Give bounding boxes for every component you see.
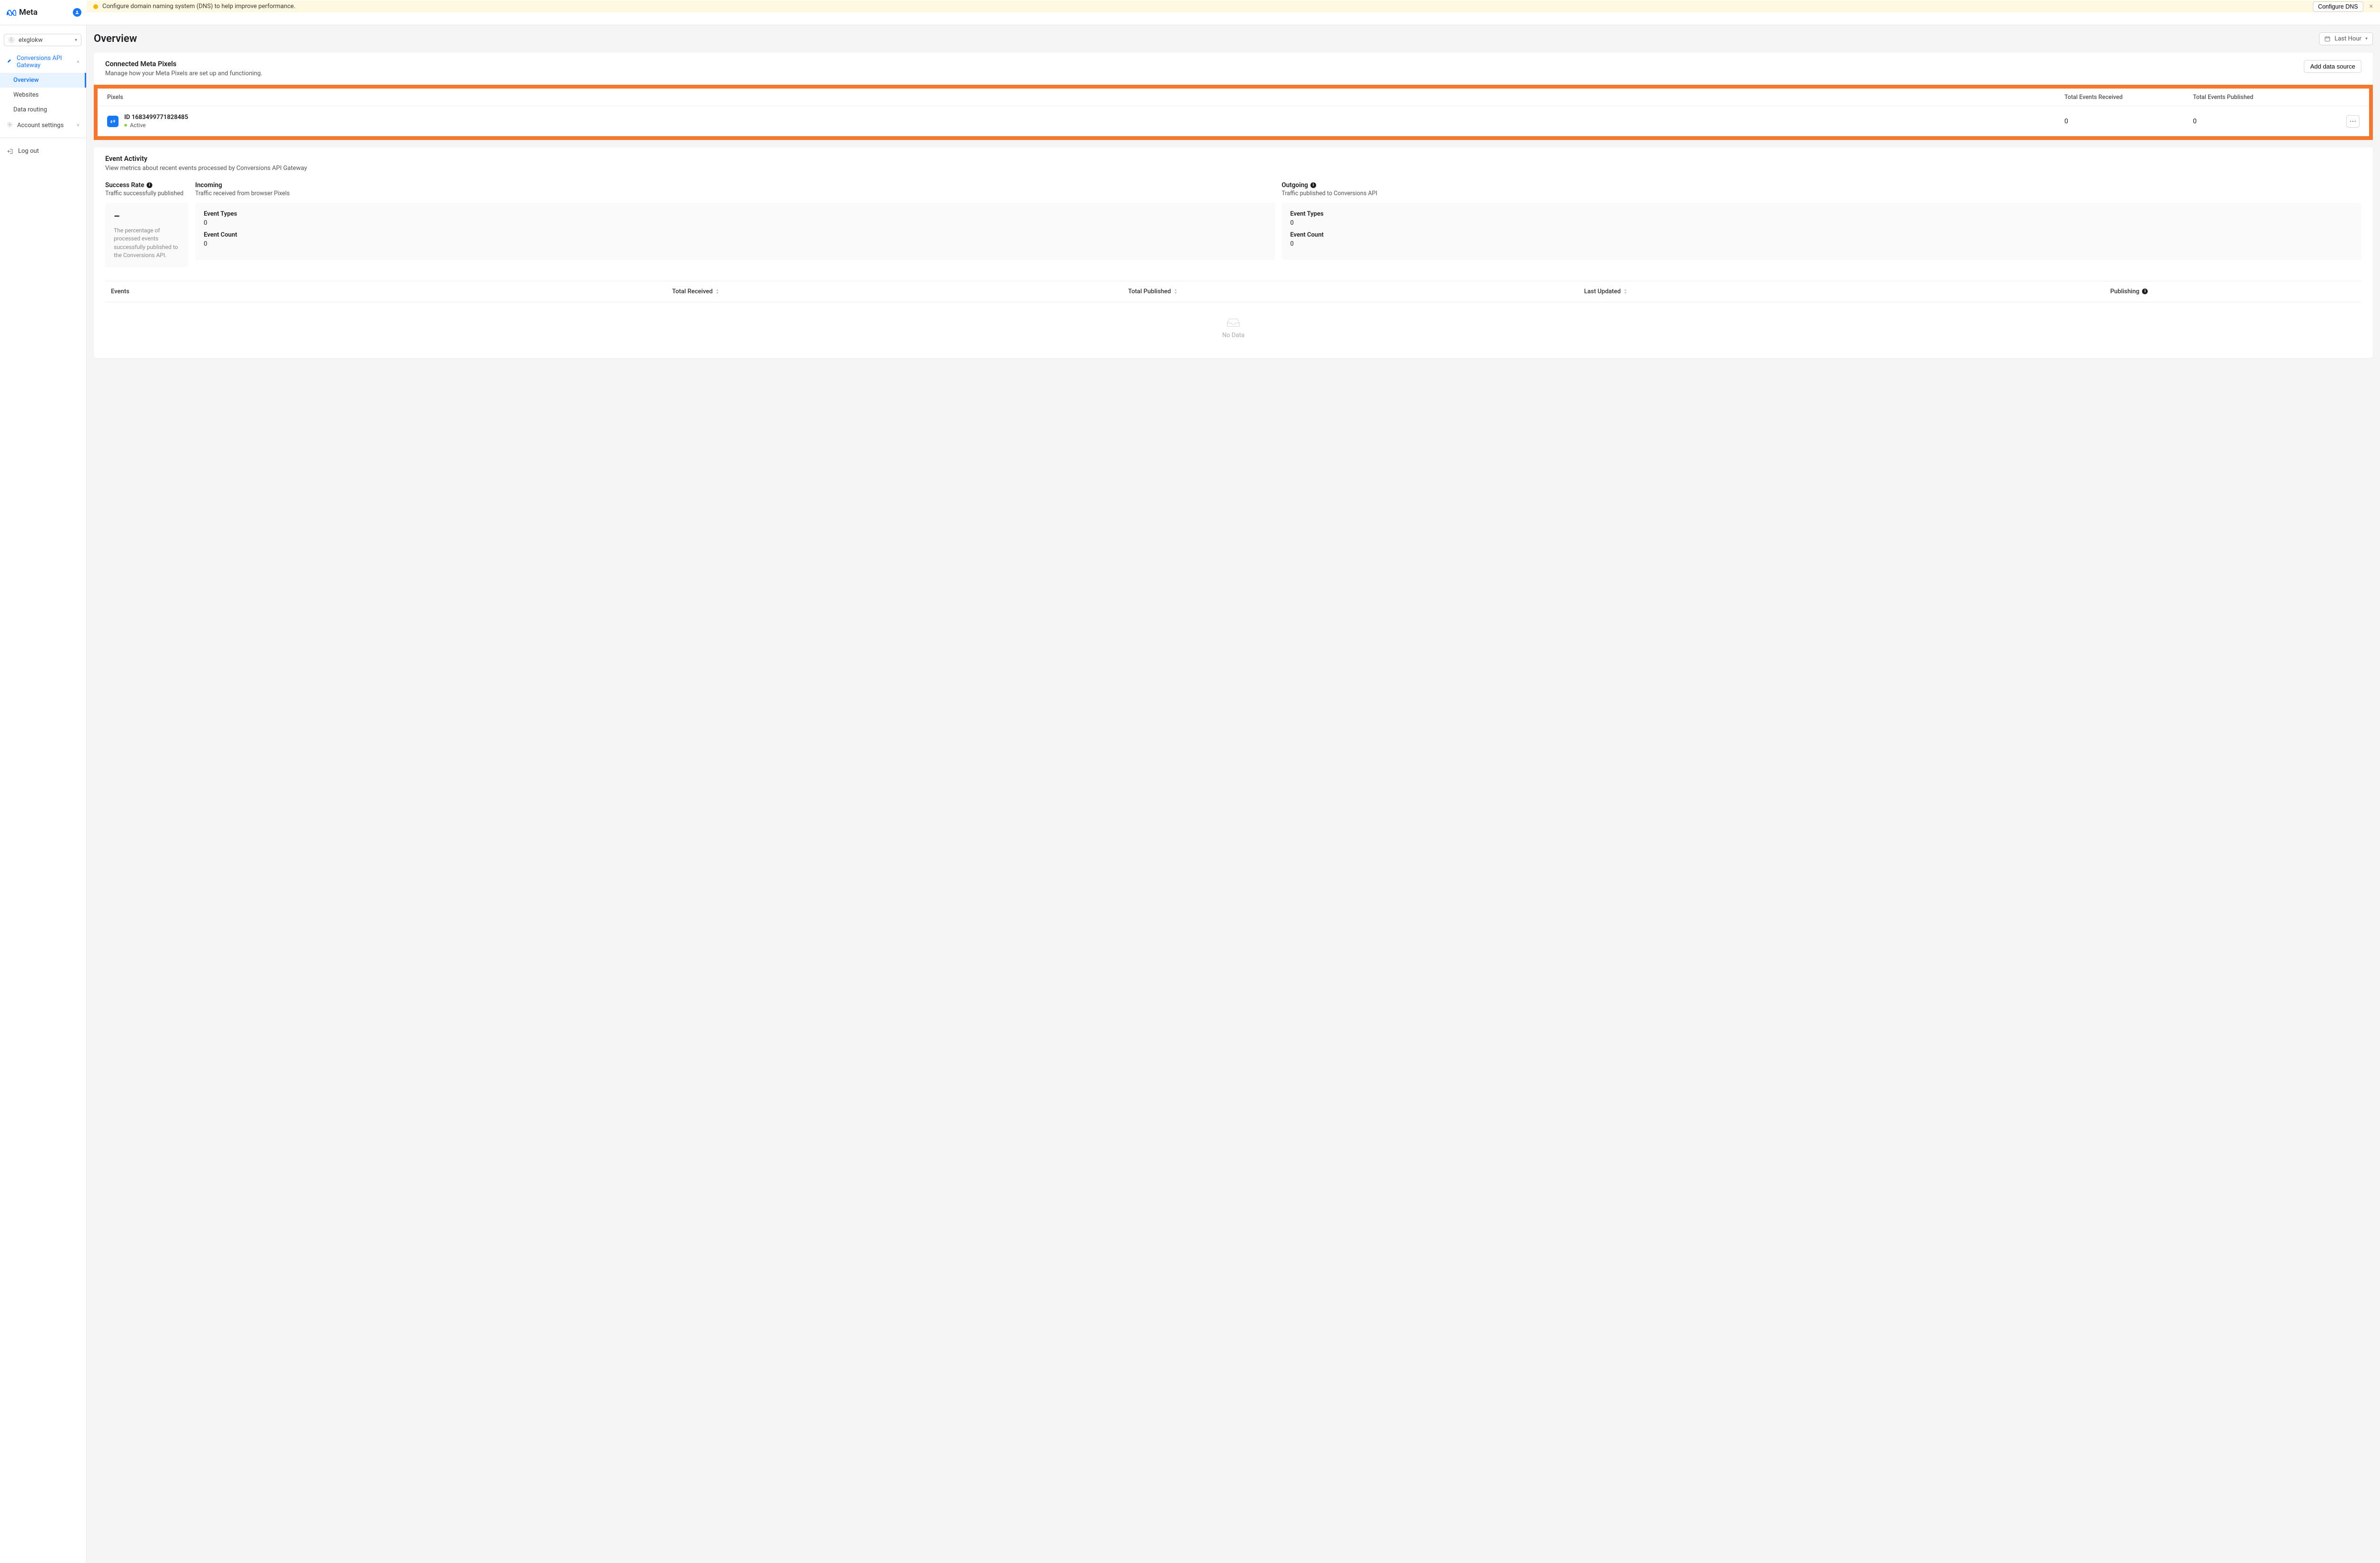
brand-text: Meta (19, 8, 38, 17)
nav-item-label: Overview (13, 77, 39, 84)
time-range-selector[interactable]: Last Hour ▾ (2319, 32, 2373, 45)
meta-logo-icon (6, 9, 16, 16)
nav-item-label: Websites (13, 91, 39, 99)
activity-title: Event Activity (105, 155, 2361, 163)
pixel-row-menu-button[interactable]: ⋯ (2346, 115, 2360, 128)
nav-item-account-settings[interactable]: Account settings ˅ (0, 117, 86, 134)
incoming-count-value: 0 (204, 240, 1267, 248)
pixel-events-published: 0 (2193, 118, 2321, 125)
chevron-down-icon: ▾ (2365, 36, 2368, 41)
logout-icon (7, 148, 13, 155)
nav-item-overview[interactable]: Overview (0, 73, 86, 88)
incoming-subtitle: Traffic received from browser Pixels (195, 190, 1275, 197)
col-events[interactable]: Events (111, 288, 672, 295)
pixel-icon (107, 116, 119, 127)
nav-item-data-routing[interactable]: Data routing (0, 102, 86, 117)
status-dot-icon (124, 124, 127, 127)
col-total-received[interactable]: Total Received ▲▼ (672, 288, 1128, 295)
nav-group-conversions-api[interactable]: Conversions API Gateway ˄ (0, 51, 86, 73)
success-desc: The percentage of processed events succe… (114, 227, 180, 260)
empty-text: No Data (1222, 332, 1245, 339)
pixel-status: Active (124, 122, 188, 129)
pixels-table-highlight: Pixels Total Events Received Total Event… (94, 85, 2373, 140)
sort-icon: ▲▼ (1174, 288, 1178, 295)
col-publishing[interactable]: Publishing i (2110, 288, 2356, 295)
col-total-published[interactable]: Total Published ▲▼ (1128, 288, 1584, 295)
topbar: Meta Configure domain naming system (DNS… (0, 0, 2380, 25)
pixel-row[interactable]: ID 1683499771828485 Active 0 0 ⋯ (98, 106, 2369, 136)
account-name: elxglokw (19, 37, 43, 44)
incoming-types-value: 0 (204, 219, 1267, 227)
info-icon[interactable]: i (147, 182, 152, 188)
dns-banner: Configure domain naming system (DNS) to … (87, 0, 2380, 12)
outgoing-count-value: 0 (1290, 240, 2353, 248)
col-received: Total Events Received (2064, 94, 2193, 101)
events-table-header: Events Total Received ▲▼ Total Published… (105, 281, 2361, 302)
info-icon[interactable]: i (2142, 289, 2148, 294)
metric-incoming: Incoming Traffic received from browser P… (195, 181, 1275, 268)
rocket-icon (7, 58, 12, 66)
time-range-label: Last Hour (2334, 35, 2361, 42)
pixel-id: ID 1683499771828485 (124, 114, 188, 121)
activity-subtitle: View metrics about recent events process… (105, 165, 2361, 172)
events-table: Events Total Received ▲▼ Total Published… (105, 281, 2361, 348)
logout-label: Log out (18, 148, 39, 155)
metrics-row: Success Rate i Traffic successfully publ… (105, 181, 2361, 268)
col-pixels: Pixels (107, 94, 2064, 101)
event-activity-card: Event Activity View metrics about recent… (94, 147, 2373, 358)
account-switcher[interactable]: E elxglokw ▾ (4, 34, 81, 46)
pixels-table-header: Pixels Total Events Received Total Event… (98, 89, 2369, 106)
gear-icon (7, 121, 13, 129)
logout-button[interactable]: Log out (0, 142, 86, 160)
connected-pixels-card: Connected Meta Pixels Manage how your Me… (94, 52, 2373, 140)
metric-outgoing: Outgoing i Traffic published to Conversi… (1282, 181, 2362, 268)
success-subtitle: Traffic successfully published (105, 190, 188, 197)
incoming-count-label: Event Count (204, 231, 1267, 239)
ellipsis-icon: ⋯ (2350, 118, 2356, 125)
chevron-down-icon: ▾ (75, 38, 77, 43)
outgoing-types-label: Event Types (1290, 210, 2353, 218)
col-last-updated[interactable]: Last Updated ▲▼ (1584, 288, 2110, 295)
outgoing-subtitle: Traffic published to Conversions API (1282, 190, 2362, 197)
page-head: Overview Last Hour ▾ (94, 32, 2373, 45)
sidebar: E elxglokw ▾ Conversions API Gateway ˄ O… (0, 25, 87, 1563)
main-content: Overview Last Hour ▾ Connected Meta Pixe… (87, 25, 2380, 1563)
nav-group-label: Conversions API Gateway (17, 55, 77, 69)
outgoing-title: Outgoing (1282, 181, 1308, 189)
banner-close-icon[interactable]: ✕ (2369, 3, 2373, 10)
inbox-empty-icon (1225, 317, 1241, 328)
success-title: Success Rate (105, 181, 144, 189)
incoming-types-label: Event Types (204, 210, 1267, 218)
success-value: – (114, 210, 180, 222)
person-icon (75, 10, 79, 15)
outgoing-count-label: Event Count (1290, 231, 2353, 239)
account-avatar-icon: E (8, 37, 15, 43)
sort-icon: ▲▼ (1624, 288, 1627, 295)
banner-text: Configure domain naming system (DNS) to … (102, 3, 296, 10)
col-published: Total Events Published (2193, 94, 2321, 101)
pixel-events-received: 0 (2064, 118, 2193, 125)
pixels-card-subtitle: Manage how your Meta Pixels are set up a… (105, 70, 262, 77)
user-avatar[interactable] (73, 8, 81, 17)
pixels-card-title: Connected Meta Pixels (105, 60, 262, 68)
info-icon[interactable]: i (1310, 182, 1316, 188)
calendar-icon (2324, 36, 2330, 42)
warning-dot-icon (93, 4, 98, 9)
incoming-title: Incoming (195, 181, 222, 189)
nav-item-websites[interactable]: Websites (0, 88, 86, 102)
nav-item-label: Data routing (13, 106, 47, 113)
add-data-source-button[interactable]: Add data source (2304, 60, 2361, 73)
outgoing-types-value: 0 (1290, 219, 2353, 227)
chevron-down-icon: ˅ (77, 123, 79, 128)
metric-success: Success Rate i Traffic successfully publ… (105, 181, 188, 268)
chevron-up-icon: ˄ (77, 60, 79, 65)
events-empty-state: No Data (105, 302, 2361, 348)
sort-icon: ▲▼ (715, 288, 719, 295)
configure-dns-button[interactable]: Configure DNS (2313, 1, 2363, 12)
nav-settings-label: Account settings (17, 122, 64, 129)
page-title: Overview (94, 33, 137, 45)
